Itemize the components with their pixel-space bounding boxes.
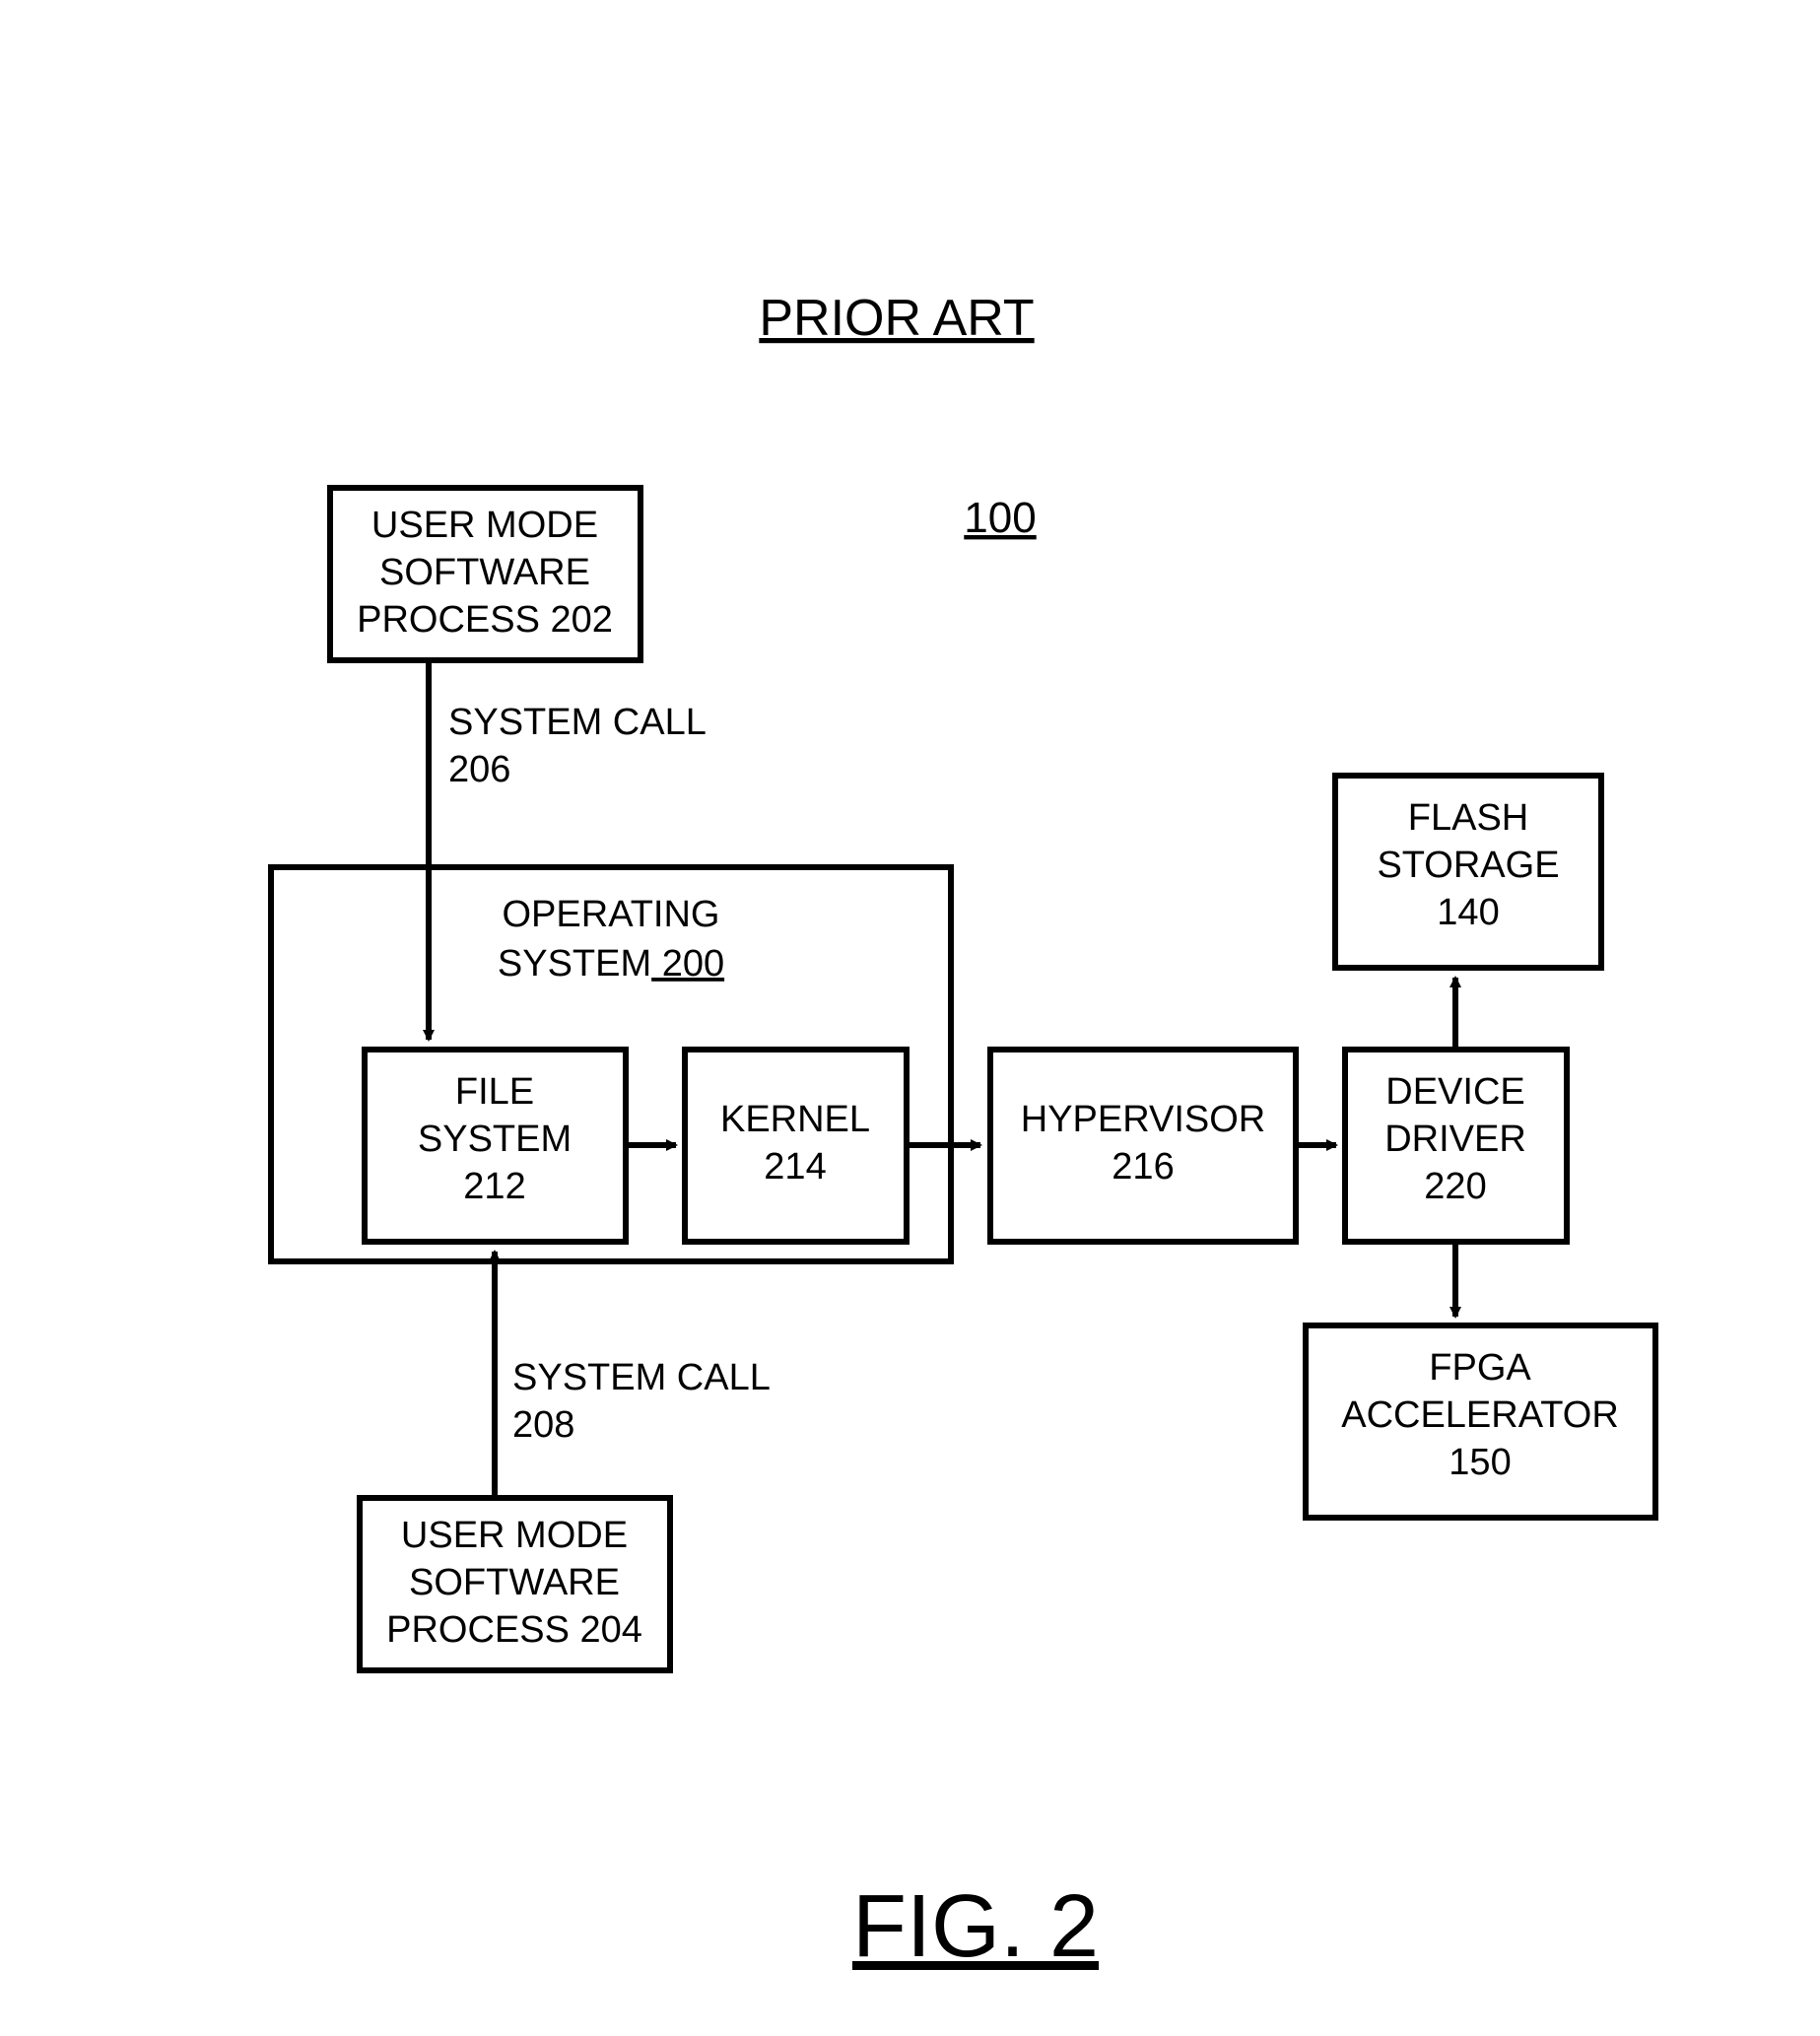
fpga-l2: ACCELERATOR <box>1341 1394 1619 1436</box>
flash-storage-l1: FLASH <box>1408 797 1528 839</box>
kernel-l1: KERNEL <box>720 1099 870 1140</box>
user-proc-top-l1: USER MODE <box>371 505 598 546</box>
syscall-bot-l2: 208 <box>512 1404 574 1446</box>
os-label-l2: SYSTEM 200 <box>498 943 724 984</box>
flash-storage-l3: 140 <box>1437 892 1499 933</box>
fpga-l3: 150 <box>1449 1442 1511 1483</box>
os-label-l1: OPERATING <box>503 894 720 935</box>
device-driver-l3: 220 <box>1424 1166 1486 1207</box>
syscall-bot-l1: SYSTEM CALL <box>512 1357 771 1398</box>
user-proc-bot-l2: SOFTWARE <box>409 1562 620 1603</box>
device-driver-l2: DRIVER <box>1384 1119 1526 1160</box>
file-system-l1: FILE <box>455 1071 534 1113</box>
hypervisor-l2: 216 <box>1112 1146 1174 1188</box>
figure-caption: FIG. 2 <box>852 1877 1099 1976</box>
user-proc-bot-l1: USER MODE <box>401 1515 628 1556</box>
file-system-l3: 212 <box>463 1166 525 1207</box>
file-system-l2: SYSTEM <box>418 1119 572 1160</box>
user-proc-top-l2: SOFTWARE <box>379 552 590 593</box>
user-proc-top-l3: PROCESS 202 <box>357 599 613 641</box>
page-title: PRIOR ART <box>759 290 1034 347</box>
hypervisor-l1: HYPERVISOR <box>1021 1099 1265 1140</box>
block-diagram: PRIOR ART 100 OPERATING SYSTEM 200 FILE … <box>0 0 1820 2036</box>
kernel-l2: 214 <box>764 1146 826 1188</box>
flash-storage-l2: STORAGE <box>1377 845 1559 886</box>
user-proc-bot-l3: PROCESS 204 <box>386 1609 642 1651</box>
syscall-top-l1: SYSTEM CALL <box>448 702 707 743</box>
fpga-l1: FPGA <box>1429 1347 1531 1389</box>
diagram-ref: 100 <box>964 494 1036 542</box>
device-driver-l1: DEVICE <box>1385 1071 1524 1113</box>
syscall-top-l2: 206 <box>448 749 510 790</box>
